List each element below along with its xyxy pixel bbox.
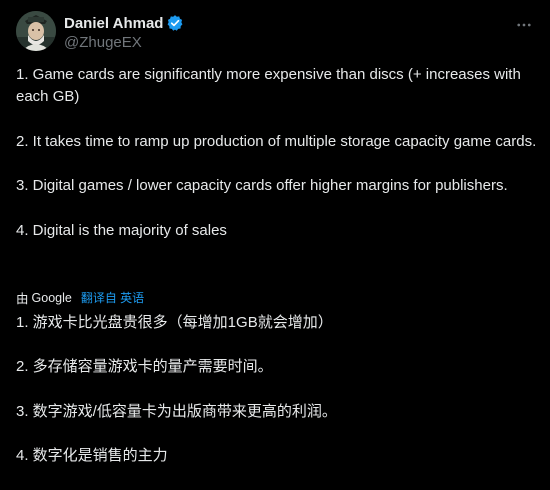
more-options-icon[interactable] [514, 15, 534, 35]
translated-from-link[interactable]: 翻译自 英语 [81, 289, 144, 306]
author-names: Daniel Ahmad @ZhugeEX [64, 13, 184, 51]
verified-badge-icon [166, 14, 184, 32]
avatar[interactable] [16, 11, 56, 51]
display-name-row: Daniel Ahmad [64, 13, 184, 33]
translated-paragraph: 1. 游戏卡比光盘贵很多（每增加1GB就会增加） [16, 314, 333, 331]
translation-attribution: 由 Google 翻译自 英语 [16, 288, 144, 307]
translated-text: 1. 游戏卡比光盘贵很多（每增加1GB就会增加） 2. 多存储容量游戏卡的量产需… [16, 312, 538, 490]
tweet-paragraph: 3. Digital games / lower capacity cards … [16, 177, 508, 195]
translation-provider: Google [31, 290, 72, 305]
translated-paragraph: 2. 多存储容量游戏卡的量产需要时间。 [16, 358, 273, 376]
tweet-paragraph: 4. Digital is the majority of sales [16, 221, 227, 239]
tweet-header: Daniel Ahmad @ZhugeEX [16, 11, 534, 53]
tweet-paragraph: 2. It takes time to ramp up production o… [16, 132, 537, 150]
tweet-text: 1. Game cards are significantly more exp… [16, 64, 538, 242]
translated-paragraph: 4. 数字化是销售的主力 [16, 447, 168, 465]
tweet: Daniel Ahmad @ZhugeEX 1. Game cards are … [0, 0, 550, 469]
translated-paragraph: 3. 数字游戏/低容量卡为出版商带来更高的利润。 [16, 402, 337, 420]
translation-prefix: 由 [16, 292, 29, 306]
author-handle[interactable]: @ZhugeEX [64, 34, 184, 51]
tweet-paragraph: 1. Game cards are significantly more exp… [16, 66, 521, 106]
display-name[interactable]: Daniel Ahmad [64, 15, 163, 32]
